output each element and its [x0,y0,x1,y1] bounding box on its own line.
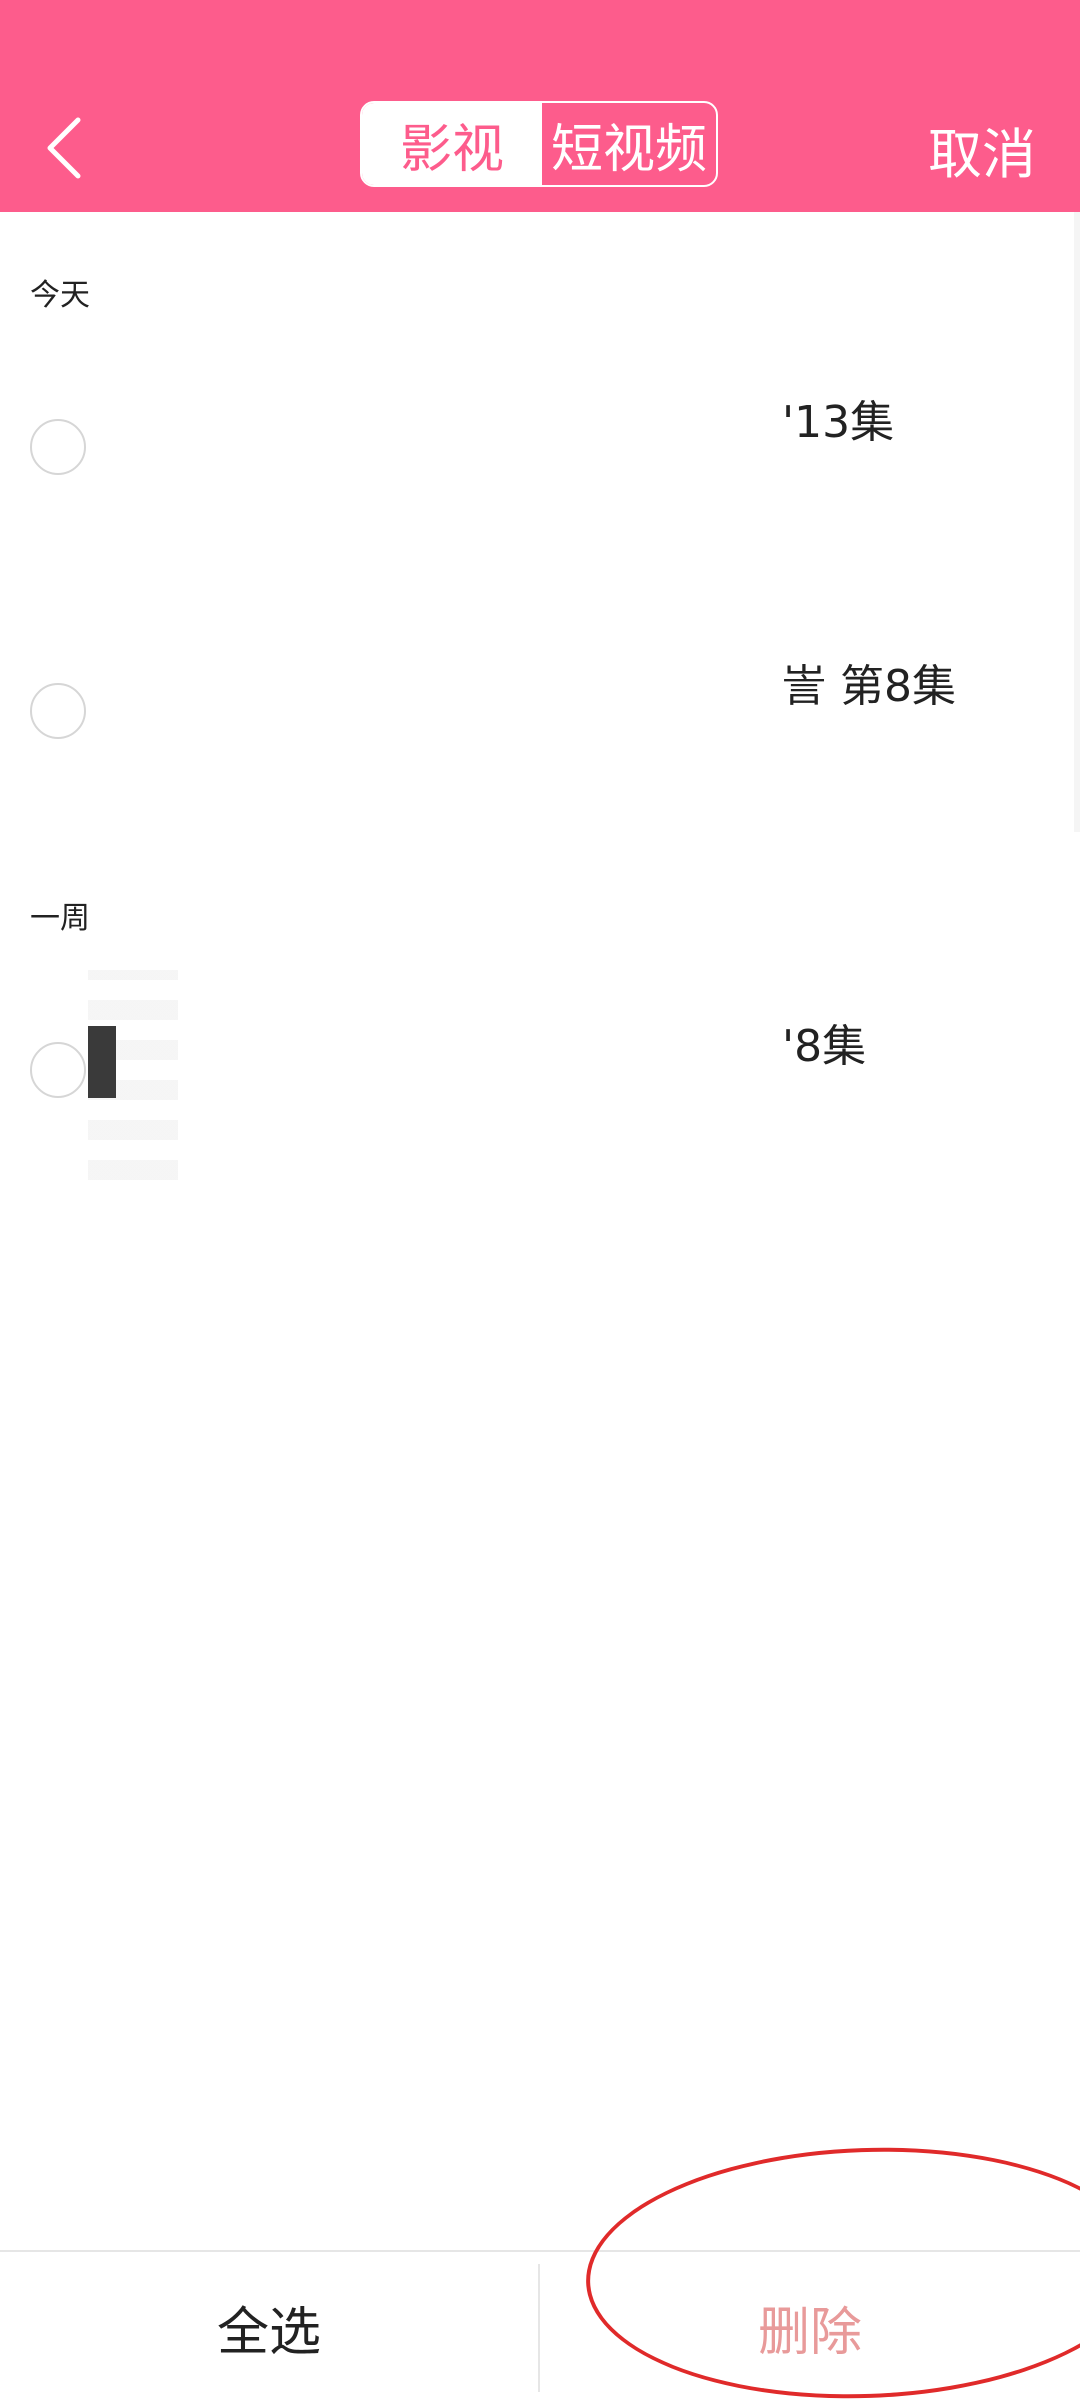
tab-film-tv[interactable]: 影视 [362,103,542,185]
bottom-action-bar: 全选 删除 [0,2250,1080,2402]
item-checkbox[interactable] [30,419,86,475]
chevron-left-icon [47,117,81,179]
list-edge-shadow [1074,212,1080,832]
cancel-button[interactable]: 取消 [928,110,1036,189]
item-checkbox[interactable] [30,683,86,739]
item-episode-text: 訔 第8集 [782,661,956,712]
back-button[interactable] [36,115,92,181]
delete-button[interactable]: 删除 [540,2252,1080,2402]
item-checkbox[interactable] [30,1042,86,1098]
category-tabs: 影视 短视频 [360,101,718,187]
item-episode-text: '13集 [782,397,895,448]
item-episode-text: '8集 [782,1021,867,1072]
top-bar: 影视 短视频 取消 [0,0,1080,212]
section-label-week: 一周 [30,901,90,936]
thumbnail [88,1026,116,1098]
section-label-today: 今天 [30,278,90,313]
tab-short-video[interactable]: 短视频 [542,103,716,185]
select-all-button[interactable]: 全选 [0,2252,538,2402]
